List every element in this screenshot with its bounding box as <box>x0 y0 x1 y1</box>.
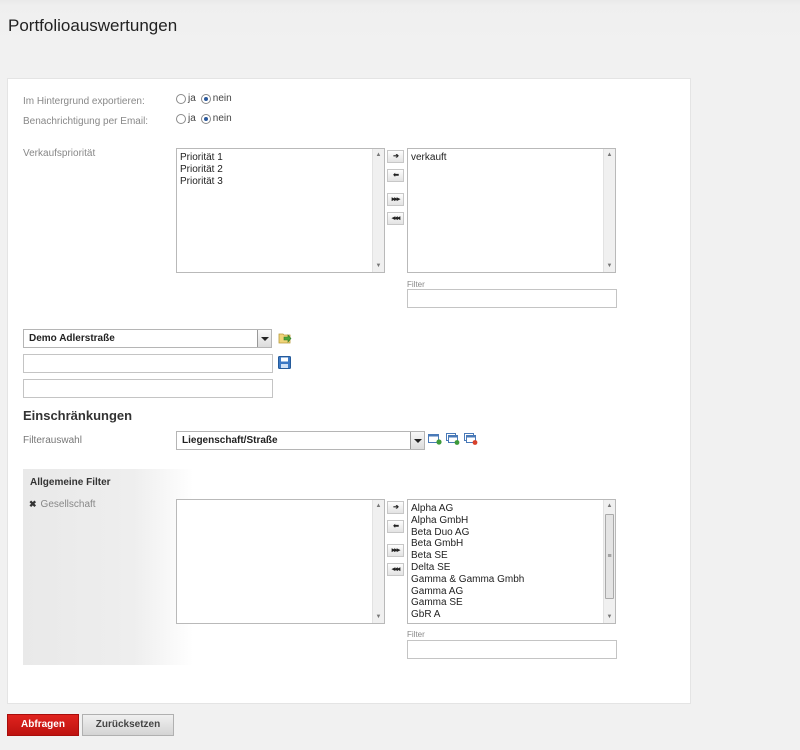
company-move-right-button[interactable]: ➔ <box>387 501 404 514</box>
template-name-input[interactable] <box>23 354 273 373</box>
scroll-thumb[interactable]: ≡ <box>605 514 614 599</box>
scrollbar[interactable]: ▲ ≡ ▼ <box>603 500 615 623</box>
reset-button[interactable]: Zurücksetzen <box>82 714 174 736</box>
add-filter-group-icon[interactable] <box>446 433 460 445</box>
filter-select[interactable]: Liegenschaft/Straße <box>176 431 425 450</box>
move-all-right-button[interactable]: ▸▸▸ <box>387 193 404 206</box>
list-item[interactable]: GbR A <box>411 609 615 621</box>
scroll-up-icon[interactable]: ▲ <box>373 500 384 512</box>
page-title: Portfolioauswertungen <box>8 16 178 35</box>
company-available-list[interactable]: ▲ ▼ <box>176 499 385 624</box>
template-description-input[interactable] <box>23 379 273 398</box>
query-button[interactable]: Abfragen <box>7 714 79 736</box>
scroll-down-icon[interactable]: ▼ <box>373 260 384 272</box>
list-item[interactable]: Gamma & Gamma Gmbh <box>411 574 615 586</box>
remove-filter-x-icon[interactable]: ✖ <box>29 499 37 510</box>
move-right-button[interactable]: ➔ <box>387 150 404 163</box>
scrollbar[interactable]: ▲ ▼ <box>372 149 384 272</box>
list-item[interactable]: Beta SE <box>411 550 615 562</box>
chevron-down-icon[interactable] <box>257 330 271 347</box>
sales-priority-label: Verkaufspriorität <box>23 148 96 159</box>
save-icon[interactable] <box>278 356 291 369</box>
company-filter-label: Filter <box>407 630 425 639</box>
email-notification-no-label[interactable]: nein <box>213 113 232 124</box>
company-selected-list[interactable]: Alpha AG Alpha GmbH Beta Duo AG Beta Gmb… <box>407 499 616 624</box>
move-all-left-button[interactable]: ◂◂◂ <box>387 212 404 225</box>
background-export-no-radio[interactable] <box>200 93 211 104</box>
list-item[interactable]: Alpha AG <box>411 503 615 515</box>
list-item[interactable]: Gamma AG <box>411 586 615 598</box>
background-export-no-label[interactable]: nein <box>213 93 232 104</box>
scroll-down-icon[interactable]: ▼ <box>604 611 615 623</box>
filter-item-company-label: Gesellschaft <box>40 499 96 510</box>
sales-priority-filter-input[interactable] <box>407 289 617 308</box>
remove-filter-icon[interactable] <box>464 433 478 445</box>
sales-priority-selected-list[interactable]: verkauft ▲ ▼ <box>407 148 616 273</box>
company-move-all-left-button[interactable]: ◂◂◂ <box>387 563 404 576</box>
open-folder-icon[interactable] <box>278 332 292 344</box>
scroll-down-icon[interactable]: ▼ <box>373 611 384 623</box>
sales-priority-available-list[interactable]: Priorität 1 Priorität 2 Priorität 3 ▲ ▼ <box>176 148 385 273</box>
move-left-button[interactable]: ⬅ <box>387 169 404 182</box>
list-item[interactable]: Beta GmbH <box>411 538 615 550</box>
list-item[interactable]: Priorität 3 <box>180 176 384 188</box>
filter-select-label: Filterauswahl <box>23 435 82 446</box>
scroll-up-icon[interactable]: ▲ <box>604 500 615 512</box>
list-item[interactable]: Priorität 2 <box>180 164 384 176</box>
scroll-up-icon[interactable]: ▲ <box>604 149 615 161</box>
restrictions-title: Einschränkungen <box>23 408 133 423</box>
background-export-yes-radio[interactable] <box>176 93 186 104</box>
company-move-left-button[interactable]: ⬅ <box>387 520 404 533</box>
scroll-down-icon[interactable]: ▼ <box>604 260 615 272</box>
email-notification-radio-group: ja nein <box>176 113 232 124</box>
email-notification-yes-radio[interactable] <box>176 113 186 124</box>
filter-select-value: Liegenschaft/Straße <box>182 435 278 446</box>
template-select-value: Demo Adlerstraße <box>29 333 115 344</box>
background-export-label: Im Hintergrund exportieren: <box>23 96 145 107</box>
filter-item-company: ✖ Gesellschaft <box>29 499 96 510</box>
company-filter-input[interactable] <box>407 640 617 659</box>
background-export-radio-group: ja nein <box>176 93 232 104</box>
add-filter-icon[interactable] <box>428 433 442 445</box>
list-item[interactable]: Alpha GmbH <box>411 515 615 527</box>
list-item[interactable]: Priorität 1 <box>180 152 384 164</box>
scroll-up-icon[interactable]: ▲ <box>373 149 384 161</box>
list-item[interactable]: verkauft <box>411 152 615 164</box>
email-notification-no-radio[interactable] <box>200 113 211 124</box>
company-move-all-right-button[interactable]: ▸▸▸ <box>387 544 404 557</box>
list-item[interactable]: Delta SE <box>411 562 615 574</box>
list-item[interactable]: Beta Duo AG <box>411 527 615 539</box>
general-filters-title: Allgemeine Filter <box>30 477 111 488</box>
list-item[interactable]: Gamma SE <box>411 597 615 609</box>
background-export-yes-label[interactable]: ja <box>188 93 196 104</box>
email-notification-label: Benachrichtigung per Email: <box>23 116 149 127</box>
scrollbar[interactable]: ▲ ▼ <box>372 500 384 623</box>
template-select[interactable]: Demo Adlerstraße <box>23 329 272 348</box>
chevron-down-icon[interactable] <box>410 432 424 449</box>
sales-priority-filter-label: Filter <box>407 280 425 289</box>
scrollbar[interactable]: ▲ ▼ <box>603 149 615 272</box>
email-notification-yes-label[interactable]: ja <box>188 113 196 124</box>
